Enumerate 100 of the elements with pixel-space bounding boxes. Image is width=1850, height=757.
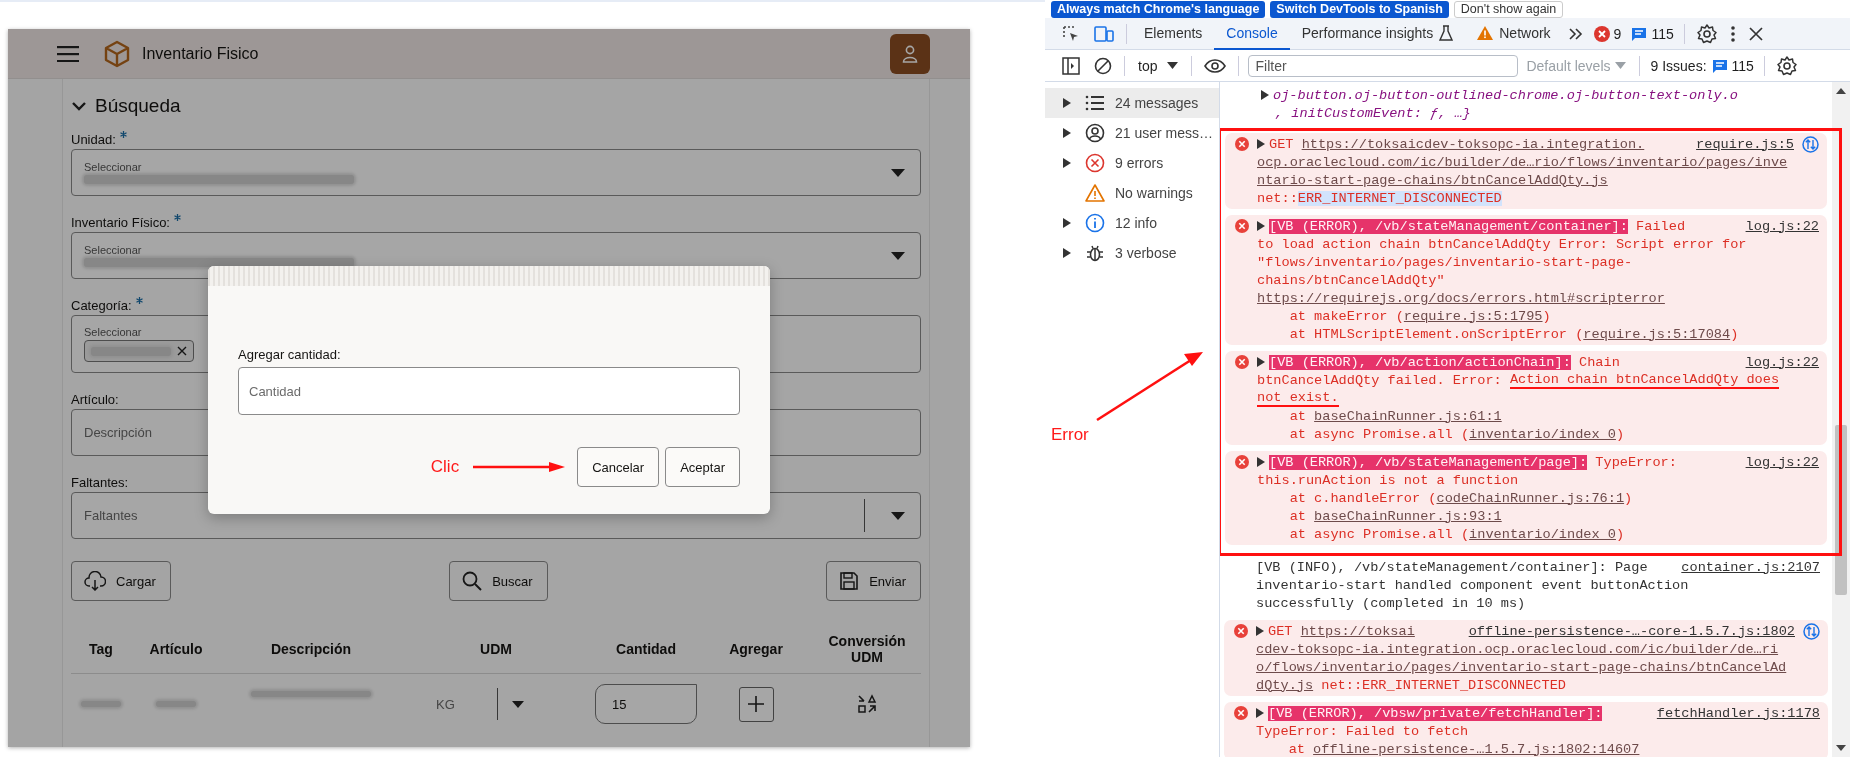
log-text: Action chain btnCancelAddQty does [1509, 371, 1780, 389]
sidebar-toggle-icon[interactable] [1062, 56, 1080, 75]
expand-arrow-icon[interactable] [1256, 708, 1264, 718]
source-link[interactable]: fetchHandler.js:1178 [1656, 705, 1820, 721]
expand-arrow-icon[interactable] [1063, 248, 1071, 258]
log-text: this.runAction is not a function [1257, 472, 1519, 488]
language-button[interactable]: Switch DevTools to Spanish [1270, 1, 1449, 18]
log-text: at [1288, 408, 1307, 424]
sidebar-item[interactable]: 24 messages [1045, 88, 1219, 118]
scroll-down-icon[interactable] [1836, 745, 1846, 751]
error-count[interactable]: 9 [1593, 25, 1622, 42]
settings-icon[interactable] [1776, 55, 1797, 76]
save-button[interactable]: Enviar [826, 561, 921, 601]
scroll-up-icon[interactable] [1836, 88, 1846, 94]
column-header: Agregar [728, 641, 784, 657]
log-link[interactable]: https://toksai [1300, 623, 1415, 639]
source-link[interactable]: offline-persistence-…-core-1.5.7.js:1802 [1468, 623, 1795, 639]
log-link[interactable]: offline-persistence-…1.5.7.js:1802:14607 [1313, 741, 1640, 757]
more-options-icon[interactable] [1730, 25, 1735, 42]
log-text: inventario-start handled component event buttonAction [1256, 577, 1689, 593]
log-link[interactable]: baseChainRunner.js:93:1 [1314, 508, 1502, 524]
accept-button[interactable]: Aceptar [665, 447, 740, 487]
convert-icon[interactable] [857, 694, 877, 714]
search-button[interactable]: Buscar [449, 561, 548, 601]
eye-icon[interactable] [1204, 58, 1227, 73]
expand-arrow-icon[interactable] [1257, 457, 1265, 467]
network-request-icon[interactable] [1803, 622, 1820, 640]
sidebar-item[interactable]: 9 errors [1045, 148, 1219, 178]
log-link[interactable]: ocp.oraclecloud.com/ic/builder/de…rio/flows/inventario/pages/inve [1257, 154, 1788, 170]
log-link[interactable]: https://toksaicdev-toksopc-ia.integration. [1301, 136, 1645, 152]
source-link[interactable]: log.js:22 [1745, 218, 1819, 234]
issues-label[interactable]: 9 Issues: [1650, 57, 1707, 74]
source-link[interactable]: log.js:22 [1745, 454, 1819, 470]
menu-icon[interactable] [57, 45, 79, 62]
user-icon [1085, 123, 1105, 143]
settings-icon[interactable] [1696, 23, 1717, 44]
source-link[interactable]: container.js:2107 [1681, 559, 1820, 575]
language-button[interactable]: Don't show again [1453, 1, 1564, 18]
log-link[interactable]: require.js:5:1795 [1403, 308, 1543, 324]
log-link[interactable]: https://requirejs.org/docs/errors.html#scripterror [1257, 290, 1665, 306]
scrollbar[interactable] [1832, 82, 1850, 757]
context-selector[interactable]: top [1138, 57, 1179, 74]
log-text: net::ERR_INTERNET_DISCONNECTED [1320, 677, 1566, 693]
inspect-icon[interactable] [1062, 24, 1080, 43]
chevron-icon[interactable] [71, 100, 87, 112]
expand-arrow-icon[interactable] [1063, 158, 1071, 168]
log-text: net:: [1257, 190, 1298, 206]
more-tabs-icon[interactable] [1568, 27, 1583, 40]
caret-icon [891, 252, 905, 260]
quantity-field[interactable]: 15 [595, 684, 697, 724]
devtools-tab[interactable]: Performance insights [1289, 17, 1466, 50]
log-link[interactable]: dQty.js [1256, 677, 1314, 693]
filter-field[interactable]: Filter [1248, 54, 1519, 77]
log-link[interactable]: o/flows/inventario/pages/inventario-start-page-chains/btnCancelAd [1256, 659, 1787, 675]
expand-arrow-icon[interactable] [1063, 218, 1071, 228]
devtools-tab[interactable]: Network [1465, 17, 1563, 50]
log-link[interactable]: ntario-start-page-chains/btnCancelAddQty.js [1257, 172, 1608, 188]
log-link[interactable]: codeChainRunner.js:76:1 [1436, 490, 1625, 506]
log-link[interactable]: baseChainRunner.js:61:1 [1314, 408, 1502, 424]
source-link[interactable]: require.js:5 [1696, 136, 1794, 152]
log-text: TypeError: Failed to fetch [1256, 723, 1469, 739]
close-icon[interactable] [1748, 26, 1763, 41]
sidebar-item[interactable]: No warnings [1045, 178, 1219, 208]
expand-arrow-icon[interactable] [1257, 139, 1265, 149]
network-request-icon[interactable] [1802, 135, 1819, 153]
column-header: Cantidad [615, 641, 677, 657]
log-link[interactable]: inventario/index 0 [1469, 426, 1616, 442]
devtools-tab[interactable]: Elements [1132, 17, 1215, 50]
close-icon[interactable] [177, 346, 187, 356]
annotation-text: Clic [430, 457, 460, 477]
sidebar-item[interactable]: 3 verbose [1045, 238, 1219, 268]
log-link[interactable]: inventario/index 0 [1469, 526, 1616, 542]
select-field[interactable]: Seleccionar [71, 149, 921, 196]
message-count[interactable]: 115 [1631, 25, 1674, 42]
log-link[interactable]: require.js:5:17084 [1583, 326, 1731, 342]
expand-arrow-icon[interactable] [1257, 221, 1265, 231]
upload-button[interactable]: Cargar [71, 561, 171, 601]
sidebar-item[interactable]: 12 info [1045, 208, 1219, 238]
clear-console-icon[interactable] [1094, 56, 1112, 75]
expand-arrow-icon[interactable] [1063, 98, 1071, 108]
issues-count[interactable]: 115 [1711, 57, 1754, 74]
avatar-button[interactable] [890, 33, 930, 74]
error-icon [1235, 137, 1249, 151]
log-text: not exist. [1257, 389, 1339, 407]
log-text: TypeError: [1594, 454, 1677, 470]
source-link[interactable]: log.js:22 [1745, 354, 1819, 370]
expand-arrow-icon[interactable] [1256, 626, 1264, 636]
cancel-button[interactable]: Cancelar [577, 447, 660, 487]
expand-arrow-icon[interactable] [1063, 128, 1071, 138]
log-link[interactable]: cdev-toksopc-ia.integration.ocp.oraclecloud.com/ic/builder/de…ri [1256, 641, 1779, 657]
expand-arrow-icon[interactable] [1261, 90, 1269, 100]
error-icon [1085, 153, 1105, 173]
caret-icon[interactable] [511, 700, 524, 708]
error-tag: [VB (ERROR), /vb/stateManagement/page]: [1269, 454, 1588, 470]
add-button[interactable] [738, 686, 774, 722]
quantity-input[interactable]: Cantidad [238, 367, 740, 415]
expand-arrow-icon[interactable] [1257, 357, 1265, 367]
device-icon[interactable] [1094, 24, 1114, 43]
language-button[interactable]: Always match Chrome's language [1051, 1, 1266, 18]
sidebar-item[interactable]: 21 user mess… [1045, 118, 1219, 148]
